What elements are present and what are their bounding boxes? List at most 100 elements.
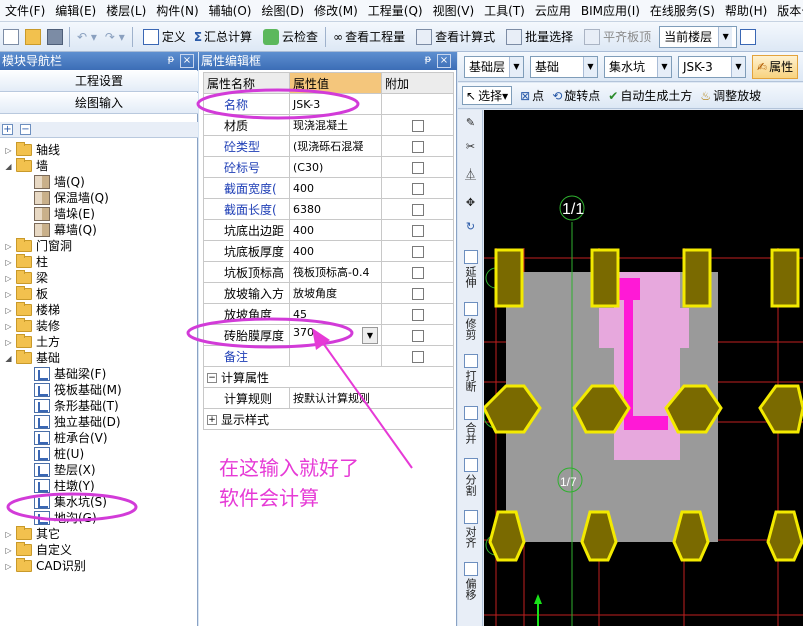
brush-icon[interactable]: ✎ <box>460 116 481 129</box>
tree-item[interactable]: ▷ 柱 <box>4 254 48 270</box>
cloud-check-button[interactable]: 云检查 <box>256 25 322 49</box>
group-display-style[interactable]: + 显示样式 <box>203 408 454 430</box>
expand-icon[interactable]: ▷ <box>4 274 13 283</box>
tree-item[interactable]: ▷ 门窗洞 <box>4 238 72 254</box>
view-formula-button[interactable]: 查看计算式 <box>409 25 499 49</box>
column[interactable] <box>770 248 800 308</box>
column[interactable] <box>682 248 712 308</box>
property-row[interactable]: 截面长度(6380 <box>203 198 454 220</box>
extra-checkbox[interactable] <box>411 245 424 258</box>
collapse-icon[interactable]: ◢ <box>4 162 13 171</box>
vtool-align[interactable]: 对齐 <box>460 510 481 551</box>
column[interactable] <box>580 510 618 562</box>
menu-item[interactable]: 编辑(E) <box>50 0 101 21</box>
property-row[interactable]: 放坡输入方 放坡角度 <box>203 282 454 304</box>
project-settings-button[interactable]: 工程设置 <box>0 71 198 92</box>
extra-checkbox[interactable] <box>411 308 424 321</box>
property-row[interactable]: 坑底板厚度 400 <box>203 240 454 262</box>
expand-icon[interactable]: ▷ <box>4 258 13 267</box>
adjust-slope-button[interactable]: ♨ 调整放坡 <box>700 87 761 104</box>
current-floor-select[interactable]: 当前楼层 ▼ <box>659 25 738 48</box>
property-value[interactable] <box>289 345 382 367</box>
vtool-split[interactable]: 分割 <box>460 458 481 499</box>
point-button[interactable]: ⊠ 点 <box>520 87 544 104</box>
collapse-icon[interactable]: − <box>207 373 217 383</box>
property-row[interactable]: 名称 JSK-3 <box>203 93 454 115</box>
property-value[interactable]: (现浇砾石混凝 <box>289 135 382 157</box>
tree-item[interactable]: ▷ 板 <box>4 286 48 302</box>
sum-calc-button[interactable]: Σ 汇总计算 <box>190 25 256 49</box>
menu-item[interactable]: 在线服务(S) <box>645 0 720 21</box>
tree-item[interactable]: ▷ 自定义 <box>4 542 72 558</box>
canvas-svg[interactable]: 1/1 1/7 Z <box>484 110 803 626</box>
menu-item[interactable]: 辅轴(O) <box>204 0 257 21</box>
define-button[interactable]: 定义 <box>136 25 190 49</box>
drawing-canvas[interactable]: 1/1 1/7 Z <box>484 110 803 626</box>
tree-item[interactable]: 保温墙(Q) <box>34 190 109 206</box>
expand-icon[interactable]: ▷ <box>4 242 13 251</box>
menu-item[interactable]: 帮助(H) <box>720 0 772 21</box>
column[interactable] <box>758 384 803 434</box>
property-value[interactable]: 筏板顶标高-0.4 <box>289 261 382 283</box>
tree-item[interactable]: 筏板基础(M) <box>34 382 122 398</box>
category-select[interactable]: 基础 ▼ <box>530 55 598 78</box>
tree-item[interactable]: ▷ 轴线 <box>4 142 60 158</box>
property-value[interactable]: 400 <box>289 177 382 199</box>
tree-item[interactable]: ◢ 基础 <box>4 350 60 366</box>
extra-checkbox[interactable] <box>411 140 424 153</box>
property-row[interactable]: 砼类型 (现浇砾石混凝 <box>203 135 454 157</box>
open-folder-icon[interactable] <box>25 28 41 45</box>
column[interactable] <box>488 510 526 562</box>
tree-item[interactable]: ◢ 墙 <box>4 158 48 174</box>
property-value[interactable]: 400 <box>289 240 382 262</box>
property-row[interactable]: 截面宽度(400 <box>203 177 454 199</box>
property-value[interactable]: 按默认计算规则 <box>289 387 454 409</box>
column[interactable] <box>766 510 803 562</box>
tree-item[interactable]: 独立基础(D) <box>34 414 121 430</box>
column[interactable] <box>590 248 620 308</box>
expand-icon[interactable]: ▷ <box>4 562 13 571</box>
property-value[interactable]: 6380 <box>289 198 382 220</box>
pin-icon[interactable]: ᵽ <box>164 54 178 68</box>
tree-item[interactable]: 垫层(X) <box>34 462 96 478</box>
extra-checkbox[interactable] <box>411 329 424 342</box>
property-value[interactable]: 45 <box>289 303 382 325</box>
property-row[interactable]: 坑底出边距 400 <box>203 219 454 241</box>
menu-item[interactable]: 工具(T) <box>479 0 530 21</box>
tree-item[interactable]: ▷ 其它 <box>4 526 60 542</box>
menu-item[interactable]: 文件(F) <box>0 0 50 21</box>
redo-button[interactable]: ↷ ▾ <box>101 25 129 49</box>
vtool-break[interactable]: 打断 <box>460 354 481 395</box>
expand-icon[interactable]: ▷ <box>4 530 13 539</box>
expand-icon[interactable]: ▷ <box>4 290 13 299</box>
save-icon[interactable] <box>47 28 63 45</box>
property-row[interactable]: 备注 <box>203 345 454 367</box>
menu-item[interactable]: BIM应用(I) <box>576 0 645 21</box>
property-row[interactable]: 材质 现浇混凝土 <box>203 114 454 136</box>
rotate-point-button[interactable]: ⟲ 旋转点 <box>552 87 600 104</box>
property-value[interactable]: 放坡角度 <box>289 282 382 304</box>
menu-item[interactable]: 版本号(B) <box>772 0 803 21</box>
rotate-icon[interactable]: ↻ <box>460 220 481 233</box>
expand-icon[interactable]: ▷ <box>4 322 13 331</box>
menu-item[interactable]: 修改(M) <box>309 0 363 21</box>
property-value[interactable]: 现浇混凝土 <box>289 114 382 136</box>
property-value[interactable]: 400 <box>289 219 382 241</box>
close-icon[interactable]: × <box>437 54 451 68</box>
new-file-icon[interactable] <box>3 28 19 45</box>
vtool-trim[interactable]: 修剪 <box>460 302 481 343</box>
property-row[interactable]: 放坡角度 45 <box>203 303 454 325</box>
tree-item[interactable]: ▷ CAD识别 <box>4 558 86 574</box>
expand-icon[interactable]: ▷ <box>4 546 13 555</box>
tree-item[interactable]: 桩(U) <box>34 446 84 462</box>
expand-icon[interactable]: + <box>207 415 217 425</box>
tree-item[interactable]: 墙(Q) <box>34 174 85 190</box>
property-row[interactable]: 砖胎膜厚度 370 ▼ <box>203 324 454 346</box>
menu-item[interactable]: 绘图(D) <box>256 0 309 21</box>
property-row[interactable]: 砼标号 (C30) <box>203 156 454 178</box>
menu-item[interactable]: 构件(N) <box>151 0 203 21</box>
tree-item[interactable]: ▷ 梁 <box>4 270 48 286</box>
batch-select-button[interactable]: 批量选择 <box>499 25 577 49</box>
extra-checkbox[interactable] <box>411 350 424 363</box>
move-icon[interactable]: ✥ <box>460 196 481 209</box>
